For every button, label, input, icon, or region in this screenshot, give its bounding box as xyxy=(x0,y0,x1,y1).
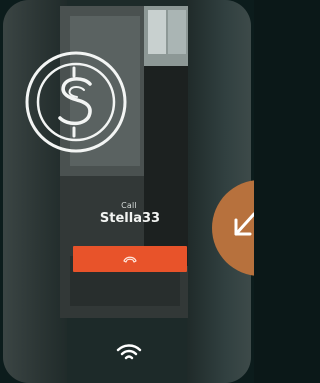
hangup-button[interactable] xyxy=(73,246,187,272)
caller-name: Stella33 xyxy=(99,211,161,226)
call-label: Call xyxy=(121,201,137,210)
phone-screen: Call Stella33 xyxy=(0,0,254,383)
phone-hangup-icon xyxy=(123,256,137,263)
arrow-down-left-icon xyxy=(234,212,254,236)
dollar-s-logo-icon xyxy=(25,51,127,153)
wifi-icon xyxy=(116,344,142,360)
